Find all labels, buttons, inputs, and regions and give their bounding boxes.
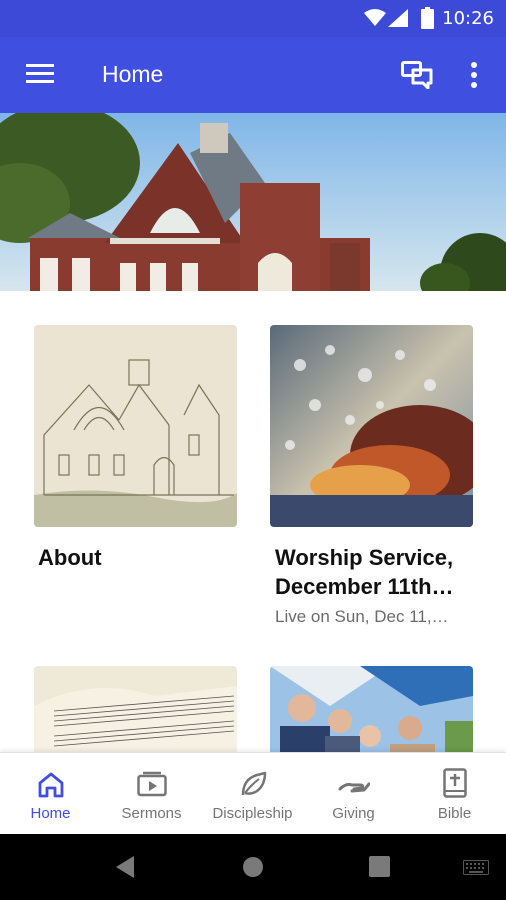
- more-options-icon[interactable]: [470, 62, 478, 88]
- bible-icon: [443, 768, 467, 798]
- giving-hand-icon: [338, 782, 370, 793]
- nav-label-sermons: Sermons: [121, 805, 182, 822]
- nav-label-discipleship: Discipleship: [212, 805, 293, 822]
- nav-item-discipleship[interactable]: Discipleship: [202, 753, 303, 835]
- bottom-navigation: Home Sermons Discipleship Giving Bible: [0, 752, 506, 834]
- leaf-icon: [241, 771, 267, 796]
- worship-painting-image: [270, 325, 473, 527]
- signal-icon: [388, 9, 408, 27]
- menu-icon[interactable]: [26, 63, 54, 85]
- nav-label-home: Home: [30, 805, 71, 822]
- system-navigation-bar: [0, 834, 506, 900]
- play-icon: [137, 771, 167, 797]
- nav-item-sermons[interactable]: Sermons: [101, 753, 202, 835]
- nav-item-bible[interactable]: Bible: [404, 753, 505, 835]
- app-bar: Home: [0, 37, 506, 113]
- card-title: Worship Service, December 11th…: [275, 545, 454, 599]
- recents-icon[interactable]: [369, 856, 390, 877]
- page-title: Home: [102, 61, 164, 87]
- back-icon[interactable]: [114, 855, 136, 879]
- hero-church-image: [0, 113, 506, 291]
- status-bar: 10:26: [0, 0, 506, 37]
- card-title: About: [38, 545, 102, 570]
- hymnal-image: [34, 666, 237, 752]
- wifi-icon: [364, 9, 386, 26]
- nav-label-giving: Giving: [332, 805, 375, 822]
- nav-item-home[interactable]: Home: [0, 753, 101, 835]
- group-photo-image: [270, 666, 473, 752]
- nav-item-giving[interactable]: Giving: [303, 753, 404, 835]
- chat-icon[interactable]: [401, 61, 433, 89]
- home-button-icon[interactable]: [242, 856, 264, 878]
- keyboard-icon[interactable]: [463, 860, 489, 875]
- status-time: 10:26: [442, 8, 494, 29]
- battery-icon: [421, 7, 434, 29]
- home-icon: [38, 772, 64, 798]
- nav-label-bible: Bible: [437, 805, 472, 822]
- about-sketch-image: [34, 325, 237, 527]
- card-subtitle: Live on Sun, Dec 11,…: [275, 607, 449, 626]
